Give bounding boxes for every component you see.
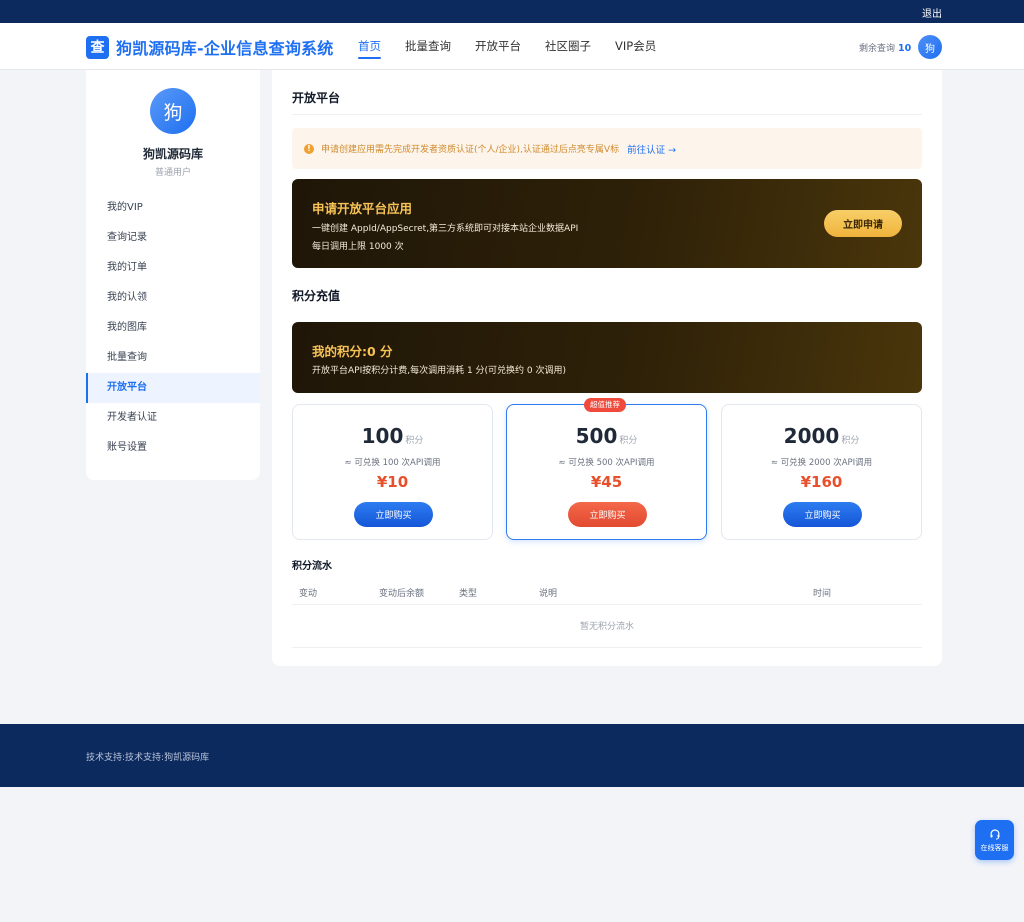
sidebar-item-my-orders[interactable]: 我的订单: [86, 253, 260, 283]
recommend-badge: 超值推荐: [584, 398, 626, 412]
apply-app-card: 申请开放平台应用 一键创建 AppId/AppSecret,第三方系统即可对接本…: [292, 179, 922, 268]
package-card-100[interactable]: 100 积分 ≈ 可兑换 100 次API调用 ¥10 立即购买: [292, 404, 493, 540]
points-balance: 我的积分:0 分: [312, 344, 393, 359]
package-points-value: 500: [575, 424, 618, 448]
notice-bar: ! 申请创建应用需先完成开发者资质认证(个人/企业),认证通过后点亮专属V标 前…: [292, 128, 922, 169]
package-points-unit: 积分: [619, 436, 638, 446]
go-certify-link[interactable]: 前往认证 →: [627, 142, 676, 156]
nav-batch-query[interactable]: 批量查询: [405, 23, 451, 70]
my-points-card: 我的积分:0 分 开放平台API按积分计费,每次调用消耗 1 分(可兑换约 0 …: [292, 322, 922, 393]
quota-value: 10: [898, 43, 912, 54]
top-bar: 退出: [0, 0, 1024, 23]
package-card-500[interactable]: 超值推荐 500 积分 ≈ 可兑换 500 次API调用 ¥45 立即购买: [506, 398, 707, 540]
package-points-value: 2000: [783, 424, 840, 448]
avatar: 狗: [150, 88, 196, 134]
divider: [292, 114, 922, 115]
header: 查 狗凯源码库-企业信息查询系统 首页 批量查询 开放平台 社区圈子 VIP会员…: [0, 23, 1024, 70]
site-title: 狗凯源码库-企业信息查询系统: [116, 39, 334, 58]
customer-service-label: 在线客服: [980, 843, 1009, 852]
footer-text: 技术支持:技术支持:狗凯源码库: [86, 753, 210, 763]
buy-now-button[interactable]: 立即购买: [354, 502, 433, 527]
sidebar-item-query-history[interactable]: 查询记录: [86, 223, 260, 253]
main-panel: 开放平台 ! 申请创建应用需先完成开发者资质认证(个人/企业),认证通过后点亮专…: [272, 70, 942, 666]
sidebar-item-my-vip[interactable]: 我的VIP: [86, 193, 260, 223]
apply-now-button[interactable]: 立即申请: [824, 210, 902, 237]
header-avatar[interactable]: 狗: [918, 35, 942, 59]
sidebar-menu: 我的VIP 查询记录 我的订单 我的认领 我的图库 批量查询 开放平台 开发者认…: [86, 193, 260, 463]
logo-icon: 查: [86, 35, 109, 59]
page-title: 开放平台: [292, 91, 341, 105]
package-desc: ≈ 可兑换 2000 次API调用: [770, 458, 873, 468]
package-points-value: 100: [361, 424, 404, 448]
empty-state: 暂无积分流水: [292, 606, 922, 648]
apply-card-limit: 每日调用上限 1000 次: [312, 242, 404, 252]
main-nav: 首页 批量查询 开放平台 社区圈子 VIP会员: [358, 23, 680, 70]
footer: 技术支持:技术支持:狗凯源码库: [0, 724, 1024, 787]
col-time: 时间: [813, 589, 832, 599]
sidebar-item-open-platform[interactable]: 开放平台: [86, 373, 260, 403]
nav-open-platform[interactable]: 开放平台: [475, 23, 521, 70]
sidebar-item-my-gallery[interactable]: 我的图库: [86, 313, 260, 343]
warning-icon: !: [304, 143, 314, 154]
points-desc: 开放平台API按积分计费,每次调用消耗 1 分(可兑换约 0 次调用): [312, 366, 567, 376]
col-balance-after: 变动后余额: [379, 589, 425, 599]
package-price: ¥10: [376, 473, 409, 491]
apply-card-title: 申请开放平台应用: [312, 201, 413, 216]
username: 狗凯源码库: [142, 147, 203, 161]
sidebar-item-my-claims[interactable]: 我的认领: [86, 283, 260, 313]
package-price: ¥45: [590, 473, 623, 491]
package-price: ¥160: [800, 473, 843, 491]
points-log-title: 积分流水: [292, 561, 332, 572]
nav-vip[interactable]: VIP会员: [615, 23, 656, 70]
package-card-2000[interactable]: 2000 积分 ≈ 可兑换 2000 次API调用 ¥160 立即购买: [721, 404, 922, 540]
nav-community[interactable]: 社区圈子: [545, 23, 591, 70]
headset-icon: [989, 828, 1000, 839]
customer-service-button[interactable]: 在线客服: [975, 820, 1014, 860]
package-points-unit: 积分: [405, 436, 424, 446]
recharge-title: 积分充值: [292, 289, 341, 303]
points-log-table-header: 变动 变动后余额 类型 说明 时间: [292, 579, 922, 605]
apply-card-desc: 一键创建 AppId/AppSecret,第三方系统即可对接本站企业数据API: [312, 224, 579, 234]
logout-link[interactable]: 退出: [922, 5, 942, 20]
package-points: 500 积分: [507, 424, 706, 448]
user-role: 普通用户: [154, 168, 191, 178]
quota-label: 剩余查询: [859, 44, 896, 54]
sidebar-item-account-settings[interactable]: 账号设置: [86, 433, 260, 463]
col-description: 说明: [539, 589, 558, 599]
package-points: 100 积分: [293, 424, 492, 448]
col-type: 类型: [459, 589, 478, 599]
remaining-queries: 剩余查询 10: [859, 41, 911, 54]
buy-now-button[interactable]: 立即购买: [568, 502, 647, 527]
package-desc: ≈ 可兑换 500 次API调用: [558, 458, 655, 468]
package-points: 2000 积分: [722, 424, 921, 448]
sidebar-item-batch-query[interactable]: 批量查询: [86, 343, 260, 373]
brand[interactable]: 查 狗凯源码库-企业信息查询系统: [86, 35, 333, 59]
package-desc: ≈ 可兑换 100 次API调用: [344, 458, 441, 468]
buy-now-button[interactable]: 立即购买: [783, 502, 862, 527]
sidebar-item-developer-cert[interactable]: 开发者认证: [86, 403, 260, 433]
nav-home[interactable]: 首页: [358, 23, 381, 70]
sidebar: 狗 狗凯源码库 普通用户 我的VIP 查询记录 我的订单 我的认领 我的图库 批…: [86, 70, 260, 480]
package-points-unit: 积分: [841, 436, 860, 446]
notice-text: 申请创建应用需先完成开发者资质认证(个人/企业),认证通过后点亮专属V标: [321, 145, 620, 155]
col-change: 变动: [299, 589, 318, 599]
